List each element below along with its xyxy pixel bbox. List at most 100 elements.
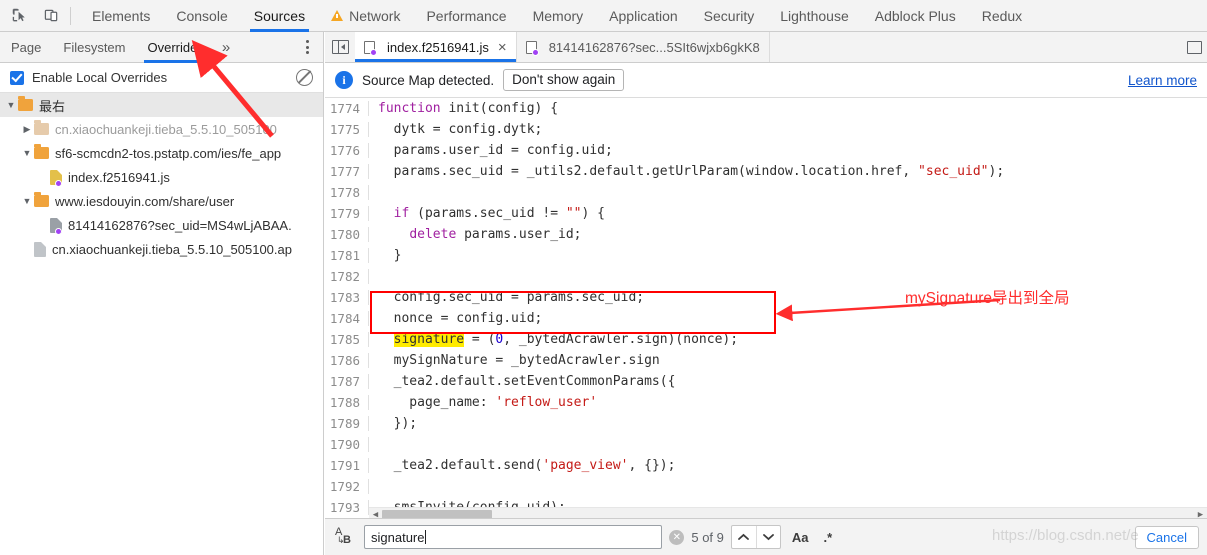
line-number[interactable]: 1774 bbox=[325, 101, 369, 116]
code-token: "sec_uid" bbox=[918, 164, 989, 179]
code-line[interactable]: 1790 bbox=[325, 434, 1207, 455]
tree-item[interactable]: ▶ cn.xiaochuankeji.tieba_5.5.10_505100.ap bbox=[0, 237, 323, 261]
code-line[interactable]: 1775 dytk = config.dytk; bbox=[325, 119, 1207, 140]
main-tab-application[interactable]: Application bbox=[596, 0, 691, 32]
tree-item[interactable]: ▶ cn.xiaochuankeji.tieba_5.5.10_505100 bbox=[0, 117, 323, 141]
code-line[interactable]: 1784 nonce = config.uid; bbox=[325, 308, 1207, 329]
collapse-navigator-icon[interactable] bbox=[325, 32, 355, 62]
code-line[interactable]: 1777 params.sec_uid = _utils2.default.ge… bbox=[325, 161, 1207, 182]
code-line[interactable]: 1785 signature = (0, _bytedAcrawler.sign… bbox=[325, 329, 1207, 350]
open-quick-source-icon[interactable] bbox=[1181, 32, 1207, 62]
code-line[interactable]: 1788 page_name: 'reflow_user' bbox=[325, 392, 1207, 413]
chevron-down-icon[interactable]: ▼ bbox=[4, 100, 18, 110]
code-line[interactable]: 1787 _tea2.default.setEventCommonParams(… bbox=[325, 371, 1207, 392]
line-number[interactable]: 1779 bbox=[325, 206, 369, 221]
line-number[interactable]: 1780 bbox=[325, 227, 369, 242]
main-tab-performance[interactable]: Performance bbox=[413, 0, 519, 32]
code-line[interactable]: 1782 bbox=[325, 266, 1207, 287]
line-number[interactable]: 1777 bbox=[325, 164, 369, 179]
line-number[interactable]: 1778 bbox=[325, 185, 369, 200]
close-tab-icon[interactable]: × bbox=[498, 40, 507, 55]
line-number[interactable]: 1789 bbox=[325, 416, 369, 431]
code-line[interactable]: 1774 function init(config) { bbox=[325, 98, 1207, 119]
line-number[interactable]: 1776 bbox=[325, 143, 369, 158]
main-tab-console[interactable]: Console bbox=[163, 0, 240, 32]
code-line[interactable]: 1778 bbox=[325, 182, 1207, 203]
navigator-tab-filesystem[interactable]: Filesystem bbox=[52, 32, 136, 63]
search-input[interactable]: signature bbox=[364, 525, 663, 549]
main-tab-sources[interactable]: Sources bbox=[241, 0, 318, 32]
editor-tab[interactable]: 81414162876?sec...5SIt6wjxb6gkK8 bbox=[517, 32, 770, 62]
navigator-tab-overrides[interactable]: Overrides bbox=[137, 32, 215, 63]
line-number[interactable]: 1793 bbox=[325, 500, 369, 515]
tree-item[interactable]: ▼ www.iesdouyin.com/share/user bbox=[0, 189, 323, 213]
code-line[interactable]: 1776 params.user_id = config.uid; bbox=[325, 140, 1207, 161]
line-number[interactable]: 1792 bbox=[325, 479, 369, 494]
line-number[interactable]: 1784 bbox=[325, 311, 369, 326]
main-tab-adblock-plus[interactable]: Adblock Plus bbox=[862, 0, 969, 32]
code-token: ); bbox=[988, 164, 1005, 179]
line-number[interactable]: 1785 bbox=[325, 332, 369, 347]
tree-indent-spacer: ▶ bbox=[36, 172, 50, 183]
editor-tab[interactable]: index.f2516941.js × bbox=[355, 32, 517, 62]
chevron-down-icon[interactable]: ▼ bbox=[20, 148, 34, 158]
code-line[interactable]: 1786 mySignNature = _bytedAcrawler.sign bbox=[325, 350, 1207, 371]
learn-more-link[interactable]: Learn more bbox=[1128, 73, 1197, 88]
match-case-button[interactable]: Aa bbox=[788, 530, 813, 545]
code-line[interactable]: 1783 config.sec_uid = params.sec_uid; bbox=[325, 287, 1207, 308]
enable-local-overrides-label[interactable]: Enable Local Overrides bbox=[32, 70, 296, 85]
code-line-content: } bbox=[369, 248, 402, 263]
code-line[interactable]: 1791 _tea2.default.send('page_view', {})… bbox=[325, 455, 1207, 476]
previous-match-button[interactable] bbox=[732, 526, 756, 548]
main-tab-security[interactable]: Security bbox=[691, 0, 768, 32]
tree-item-label: 最右 bbox=[39, 98, 66, 114]
main-tab-label: Memory bbox=[532, 7, 584, 24]
line-number[interactable]: 1787 bbox=[325, 374, 369, 389]
code-line[interactable]: 1780 delete params.user_id; bbox=[325, 224, 1207, 245]
chevron-down-icon[interactable]: ▼ bbox=[20, 196, 34, 206]
main-tab-memory[interactable]: Memory bbox=[520, 0, 597, 32]
main-tab-label: Security bbox=[703, 7, 755, 24]
code-line[interactable]: 1789 }); bbox=[325, 413, 1207, 434]
code-line[interactable]: 1779 if (params.sec_uid != "") { bbox=[325, 203, 1207, 224]
code-token: function bbox=[378, 101, 449, 116]
line-number[interactable]: 1775 bbox=[325, 122, 369, 137]
main-tab-elements[interactable]: Elements bbox=[79, 0, 163, 32]
more-options-icon[interactable] bbox=[297, 40, 317, 54]
enable-local-overrides-row: Enable Local Overrides bbox=[0, 63, 323, 93]
next-match-button[interactable] bbox=[755, 526, 780, 548]
device-toolbar-icon[interactable] bbox=[38, 3, 64, 29]
line-number[interactable]: 1791 bbox=[325, 458, 369, 473]
tree-item[interactable]: ▶ index.f2516941.js bbox=[0, 165, 323, 189]
line-number[interactable]: 1790 bbox=[325, 437, 369, 452]
main-tab-redux[interactable]: Redux bbox=[969, 0, 1035, 32]
code-line-content: delete params.user_id; bbox=[369, 227, 581, 242]
clear-search-icon[interactable]: ✕ bbox=[669, 529, 685, 545]
dont-show-again-button[interactable]: Don't show again bbox=[503, 68, 625, 92]
line-number[interactable]: 1781 bbox=[325, 248, 369, 263]
navigator-tab-page[interactable]: Page bbox=[0, 32, 52, 63]
tree-item[interactable]: ▼ 最右 bbox=[0, 93, 323, 117]
chevron-right-icon[interactable]: ▶ bbox=[20, 124, 34, 135]
use-regex-button[interactable]: .* bbox=[820, 530, 837, 545]
tree-item[interactable]: ▶ 81414162876?sec_uid=MS4wLjABAA. bbox=[0, 213, 323, 237]
tree-item[interactable]: ▼ sf6-scmcdn2-tos.pstatp.com/ies/fe_app bbox=[0, 141, 323, 165]
code-token: 'page_view' bbox=[542, 458, 629, 473]
code-line[interactable]: 1792 bbox=[325, 476, 1207, 497]
enable-local-overrides-checkbox[interactable] bbox=[10, 70, 24, 85]
code-line[interactable]: 1781 } bbox=[325, 245, 1207, 266]
code-token: 'reflow_user' bbox=[495, 395, 598, 410]
main-tab-lighthouse[interactable]: Lighthouse bbox=[767, 0, 862, 32]
main-tab-label: Elements bbox=[92, 7, 151, 24]
code-editor[interactable]: 1774 function init(config) {1775 dytk = c… bbox=[325, 98, 1207, 522]
line-number[interactable]: 1783 bbox=[325, 290, 369, 305]
clear-configuration-icon[interactable] bbox=[296, 69, 313, 86]
code-token: } bbox=[378, 248, 402, 263]
line-number[interactable]: 1788 bbox=[325, 395, 369, 410]
main-tab-network[interactable]: Network bbox=[318, 0, 413, 32]
more-navigator-tabs-icon[interactable]: » bbox=[215, 39, 237, 56]
inspect-element-icon[interactable] bbox=[6, 3, 32, 29]
line-number[interactable]: 1786 bbox=[325, 353, 369, 368]
cancel-search-button[interactable]: Cancel bbox=[1134, 525, 1200, 549]
line-number[interactable]: 1782 bbox=[325, 269, 369, 284]
